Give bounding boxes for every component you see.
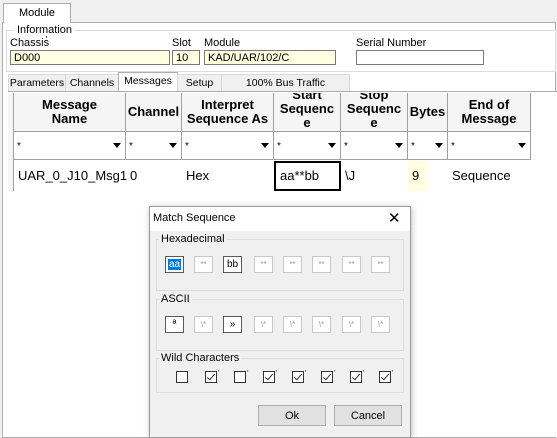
- ok-button[interactable]: Ok: [258, 405, 326, 426]
- module-label: Module: [204, 37, 241, 49]
- cancel-button[interactable]: Cancel: [334, 405, 402, 426]
- filter-end-of-message[interactable]: *: [448, 132, 531, 160]
- wild-character-tick: ': [334, 369, 336, 378]
- ascii-char-3[interactable]: »: [223, 316, 242, 333]
- ascii-title: ASCII: [159, 293, 192, 305]
- col-header-end-of-message[interactable]: End of Message: [448, 93, 531, 132]
- col-header-start-sequence[interactable]: Start Sequenc e: [274, 93, 341, 132]
- slot-label: Slot: [172, 37, 191, 49]
- cell-bytes[interactable]: 9: [408, 161, 428, 191]
- serial-number-label: Serial Number: [356, 37, 427, 49]
- col-header-stop-sequence[interactable]: Stop Sequenc e: [341, 93, 408, 132]
- wild-character-tick: ': [392, 369, 394, 378]
- col-header-interpret-sequence[interactable]: Interpret Sequence As: [182, 93, 274, 132]
- cell-channel[interactable]: 0: [126, 161, 182, 191]
- wild-character-checkbox-6[interactable]: [321, 371, 333, 383]
- ascii-char-4[interactable]: \*: [254, 316, 273, 333]
- hex-byte-7[interactable]: **: [342, 256, 361, 273]
- messages-tab-strip: Parameters Channels Messages Setup 100% …: [8, 72, 350, 105]
- module-field[interactable]: KAD/UAR/102/C: [204, 50, 336, 65]
- match-sequence-dialog: Match Sequence ✕ Hexadecimal aa ** bb **…: [149, 206, 411, 438]
- chassis-field[interactable]: D000: [10, 50, 170, 65]
- col-header-channel[interactable]: Channel: [126, 93, 182, 132]
- ascii-char-1[interactable]: ª: [165, 316, 184, 333]
- cell-start-sequence[interactable]: aa**bb: [274, 161, 341, 191]
- filter-message-name[interactable]: *: [14, 132, 126, 160]
- col-header-message-name[interactable]: Message Name: [14, 93, 126, 132]
- chevron-down-icon[interactable]: [113, 143, 121, 148]
- tab-module-setup[interactable]: Module Setup: [3, 3, 71, 38]
- wild-character-tick: ': [305, 369, 307, 378]
- filter-interpret[interactable]: *: [182, 132, 274, 160]
- hexadecimal-title: Hexadecimal: [159, 233, 227, 245]
- hex-byte-1[interactable]: aa: [165, 256, 184, 273]
- hex-byte-8[interactable]: **: [371, 256, 390, 273]
- hex-byte-5[interactable]: **: [283, 256, 302, 273]
- filter-start-sequence[interactable]: *: [274, 132, 341, 160]
- tab-parameters[interactable]: Parameters: [8, 74, 66, 91]
- ascii-char-6[interactable]: \*: [312, 316, 331, 333]
- dialog-title: Match Sequence: [153, 212, 236, 224]
- filter-channel[interactable]: *: [126, 132, 182, 160]
- tab-channels[interactable]: Channels: [65, 74, 119, 91]
- cell-stop-sequence[interactable]: \J: [341, 161, 408, 191]
- wild-character-tick: ': [276, 369, 278, 378]
- close-icon[interactable]: ✕: [388, 209, 401, 227]
- wild-character-checkbox-4[interactable]: [263, 371, 275, 383]
- ascii-char-5[interactable]: \*: [283, 316, 302, 333]
- chevron-down-icon[interactable]: [169, 143, 177, 148]
- tab-bus-traffic-monitoring[interactable]: 100% Bus Traffic Monitoring: [221, 74, 350, 105]
- chevron-down-icon[interactable]: [261, 143, 269, 148]
- wild-character-tick: ': [363, 369, 365, 378]
- wild-character-checkbox-7[interactable]: [350, 371, 362, 383]
- hex-byte-4[interactable]: **: [254, 256, 273, 273]
- chassis-label: Chassis: [10, 37, 50, 49]
- information-group-title: Information: [15, 24, 75, 36]
- chevron-down-icon[interactable]: [435, 143, 443, 148]
- chevron-down-icon[interactable]: [395, 143, 403, 148]
- filter-bytes[interactable]: *: [408, 132, 448, 160]
- col-header-bytes[interactable]: Bytes: [408, 93, 448, 132]
- ascii-char-8[interactable]: \*: [371, 316, 390, 333]
- hex-byte-3[interactable]: bb: [223, 256, 242, 273]
- cell-interpret[interactable]: Hex: [182, 161, 274, 191]
- slot-field[interactable]: 10: [172, 50, 200, 65]
- wild-character-checkbox-1[interactable]: [176, 371, 188, 383]
- hex-byte-2[interactable]: **: [194, 256, 213, 273]
- chevron-down-icon[interactable]: [518, 143, 526, 148]
- cell-message-name[interactable]: UAR_0_J10_Msg1: [14, 161, 127, 191]
- wild-character-checkbox-5[interactable]: [292, 371, 304, 383]
- tab-messages[interactable]: Messages: [118, 72, 178, 92]
- wild-character-checkbox-3[interactable]: [234, 371, 246, 383]
- filter-stop-sequence[interactable]: *: [341, 132, 408, 160]
- ascii-char-7[interactable]: \*: [342, 316, 361, 333]
- chevron-down-icon[interactable]: [328, 143, 336, 148]
- wild-characters-title: Wild Characters: [159, 352, 242, 364]
- hex-byte-6[interactable]: **: [312, 256, 331, 273]
- cell-end-of-message[interactable]: Sequence: [448, 161, 531, 191]
- serial-number-field[interactable]: [356, 50, 484, 65]
- ascii-char-2[interactable]: \*: [194, 316, 213, 333]
- wild-character-tick: ': [218, 369, 220, 378]
- wild-character-tick: ': [247, 369, 249, 378]
- tab-setup[interactable]: Setup: [177, 74, 222, 91]
- dialog-title-bar: Match Sequence ✕: [150, 207, 410, 231]
- wild-character-checkbox-8[interactable]: [379, 371, 391, 383]
- wild-character-checkbox-2[interactable]: [205, 371, 217, 383]
